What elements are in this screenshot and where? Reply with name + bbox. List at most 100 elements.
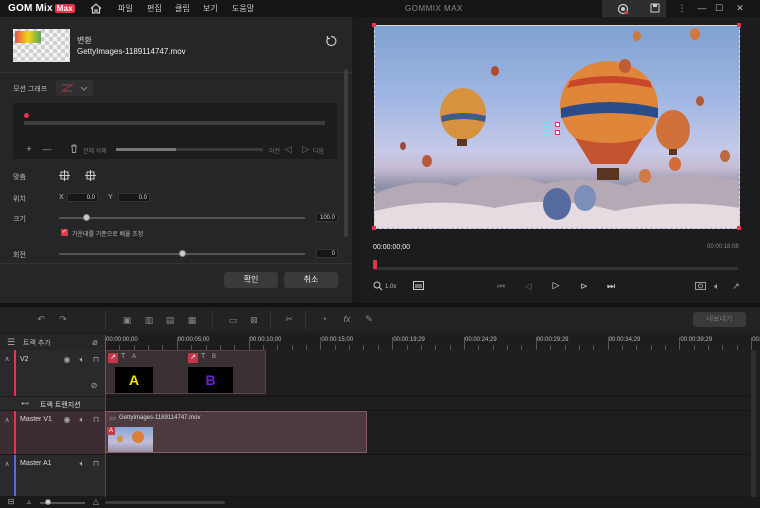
zoom-level[interactable]: 1.0x <box>385 284 396 290</box>
track-lane-v2[interactable]: ↗ T A A ↗ T B B <box>105 350 750 397</box>
settings-button[interactable]: ⋮ <box>675 0 689 17</box>
timeline-vscroll[interactable] <box>751 350 756 497</box>
keyframe-area[interactable]: + — 전체 삭제 이전 ◁ ▷ 다음 <box>13 103 337 159</box>
next-label[interactable]: 다음 <box>313 146 324 155</box>
mute-icon-3[interactable]: 🔈︎ <box>77 459 87 469</box>
next-frame-icon[interactable]: ⊳ <box>578 281 590 291</box>
split-icon[interactable]: ▥ <box>143 315 155 325</box>
menu-file[interactable]: 파일 <box>118 3 133 14</box>
lock-icon-2[interactable]: ⊓ <box>91 415 101 425</box>
timeline-ruler[interactable]: 00:00:00;00 00:00:05;00 00:00:10;00 00:00:1… <box>105 335 760 350</box>
motion-graph-dropdown[interactable] <box>56 80 93 96</box>
track-lane-transition[interactable] <box>105 397 750 411</box>
mute-icon[interactable]: 🔈︎ <box>77 355 87 365</box>
menu-help[interactable]: 도움말 <box>232 3 254 14</box>
corner-handle-tl[interactable] <box>372 23 376 27</box>
snapshot-icon[interactable] <box>694 281 706 292</box>
clip-icon-2[interactable]: ▦ <box>186 315 198 325</box>
confirm-button[interactable]: 확인 <box>224 272 278 288</box>
fit-timeline-icon[interactable]: ⊟ <box>6 497 16 507</box>
prev-frame-icon[interactable]: ◁ <box>522 281 534 291</box>
magnet-icon[interactable]: ⌀ <box>90 337 100 347</box>
y-position-input[interactable]: 0.0 <box>118 193 150 202</box>
effects-icon[interactable]: fx <box>341 314 353 324</box>
mute-icon-2[interactable]: 🔈︎ <box>77 415 87 425</box>
next-keyframe-icon[interactable]: ▷ <box>301 144 311 154</box>
maximize-button[interactable]: ☐ <box>712 0 726 17</box>
timeline-zoom-knob[interactable] <box>45 499 51 505</box>
visibility-icon-2[interactable]: ◉ <box>62 415 72 425</box>
skip-start-icon[interactable]: ⏮ <box>495 281 507 291</box>
menu-edit[interactable]: 편집 <box>147 3 162 14</box>
size-slider-knob[interactable] <box>83 214 91 221</box>
trash-icon[interactable] <box>69 144 79 155</box>
expand-icon[interactable]: ↗ <box>730 281 742 291</box>
redo-icon[interactable]: ↷ <box>57 314 69 324</box>
remove-keyframe-icon[interactable]: — <box>42 144 52 154</box>
rotation-slider-knob[interactable] <box>179 250 186 257</box>
close-button[interactable]: ✕ <box>733 0 747 17</box>
save-button[interactable] <box>644 0 666 17</box>
add-track-label[interactable]: 트랙 추가 <box>23 338 51 348</box>
clip-icon-1[interactable]: ▤ <box>164 315 176 325</box>
transition-toggle-icon[interactable]: ⊘ <box>89 381 99 391</box>
track-lane-master-a1[interactable] <box>105 455 750 497</box>
size-input[interactable]: 100.0 <box>316 213 338 222</box>
rotation-input[interactable]: 0 <box>316 249 338 258</box>
corner-handle-bl[interactable] <box>372 226 376 230</box>
insert-icon[interactable]: ▭ <box>227 315 239 325</box>
corner-handle-br[interactable] <box>737 226 741 230</box>
lock-icon[interactable]: ⊓ <box>91 355 101 365</box>
prev-keyframe-icon[interactable]: ◁ <box>283 144 293 154</box>
playhead-marker[interactable] <box>373 260 377 269</box>
left-scrollbar[interactable] <box>344 69 348 237</box>
add-keyframe-icon[interactable]: + <box>24 144 34 154</box>
size-slider[interactable] <box>59 217 305 219</box>
timeline-hscroll[interactable] <box>105 501 225 504</box>
scale-checkbox[interactable]: ✓ <box>61 229 68 236</box>
clip-a[interactable]: ↗ T A A ↗ T B B <box>105 350 266 394</box>
collapse-icon[interactable]: ∧ <box>3 355 11 365</box>
home-icon[interactable] <box>90 3 102 14</box>
overwrite-icon[interactable]: ⊠ <box>248 315 260 325</box>
x-position-input[interactable]: 0.0 <box>67 193 98 202</box>
prev-label[interactable]: 이전 <box>269 146 280 155</box>
play-icon[interactable]: ▷ <box>550 280 562 290</box>
fit-vertical-icon[interactable] <box>84 170 96 183</box>
delete-all-label[interactable]: 전체 삭제 <box>83 146 107 155</box>
tracks-menu-icon[interactable]: ☰ <box>6 337 16 347</box>
add-media-icon[interactable]: ▣ <box>121 315 133 325</box>
menu-clip[interactable]: 클립 <box>175 3 190 14</box>
zoom-out-icon[interactable]: ▵ <box>24 497 34 507</box>
keyframe-scroll[interactable] <box>116 148 263 151</box>
cancel-button[interactable]: 취소 <box>284 272 338 288</box>
subtitle-icon[interactable] <box>412 281 424 292</box>
zoom-in-icon[interactable]: △ <box>90 497 102 507</box>
scale-checkbox-label[interactable]: 가운데를 기준으로 배율 조정 <box>72 229 143 238</box>
transform-handle-2[interactable] <box>555 130 560 135</box>
zoom-icon[interactable] <box>372 281 384 293</box>
timeline-playhead[interactable] <box>105 335 106 497</box>
visibility-icon[interactable]: ◉ <box>62 355 72 365</box>
transform-handle[interactable] <box>555 122 560 127</box>
reset-icon[interactable] <box>324 35 338 49</box>
lock-icon-3[interactable]: ⊓ <box>91 459 101 469</box>
corner-handle-tr[interactable] <box>737 23 741 27</box>
collapse-icon-3[interactable]: ∧ <box>3 460 11 470</box>
minimize-button[interactable]: — <box>695 0 709 17</box>
vertical-splitter[interactable] <box>352 17 362 303</box>
speed-icon[interactable]: ◔ <box>318 314 330 324</box>
keyframe-marker[interactable] <box>24 113 29 118</box>
export-button[interactable]: 내보내기 <box>693 312 746 327</box>
undo-icon[interactable]: ↶ <box>35 314 47 324</box>
menu-view[interactable]: 보기 <box>203 3 218 14</box>
video-clip[interactable]: ▭ GettyImages-1189114747.mov A <box>105 411 367 453</box>
skip-end-icon[interactable]: ⏭ <box>605 281 617 291</box>
pen-icon[interactable]: ✎ <box>363 314 375 324</box>
fit-horizontal-icon[interactable] <box>58 170 70 183</box>
collapse-icon-2[interactable]: ∧ <box>3 416 11 426</box>
volume-icon[interactable]: 🔈︎ <box>711 281 723 291</box>
record-button[interactable] <box>602 0 644 17</box>
track-lane-master-v1[interactable]: ▭ GettyImages-1189114747.mov A <box>105 411 750 455</box>
playhead-track[interactable] <box>374 267 738 270</box>
